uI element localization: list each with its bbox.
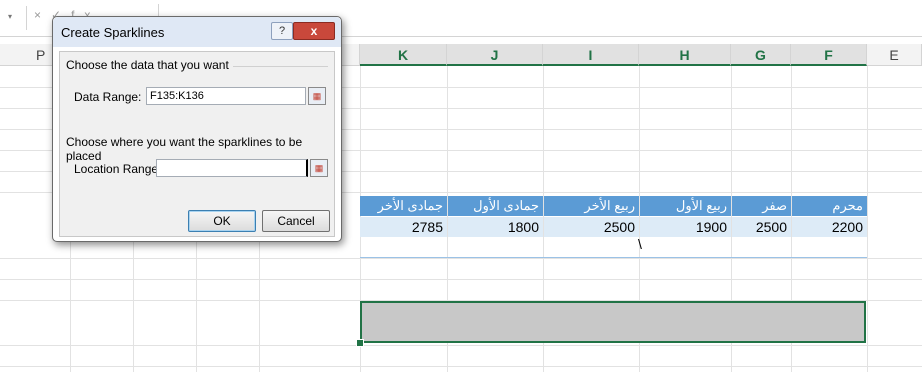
cancel-entry-icon[interactable]: × [34,8,51,22]
table-value-cell[interactable]: 2500 [544,217,639,237]
dialog-title: Create Sparklines [61,25,165,40]
table-value-cell[interactable]: 2200 [792,217,867,237]
table-bottom-border [360,257,867,258]
data-section-label: Choose the data that you want [66,58,233,72]
cell-text: \ [638,236,642,252]
column-header-f[interactable]: F [791,44,867,66]
range-picker-icon[interactable]: ▦ [308,87,326,105]
column-header-j[interactable]: J [447,44,543,66]
table-header-cell[interactable]: محرم [792,196,867,216]
ok-button[interactable]: OK [188,210,256,232]
column-gridline [867,66,868,372]
range-picker-icon[interactable]: ▦ [310,159,328,177]
table-header-cell[interactable]: جمادى الأول [448,196,543,216]
formula-bar-separator [26,6,27,30]
table-value-cell[interactable]: 1800 [448,217,543,237]
help-button[interactable]: ? [271,22,293,40]
create-sparklines-dialog: Create Sparklines ? x Choose the data th… [52,16,342,242]
close-button[interactable]: x [293,22,335,40]
table-value-cell[interactable]: 1900 [640,217,731,237]
location-range-input[interactable] [156,159,308,177]
cancel-button[interactable]: Cancel [262,210,330,232]
location-range-label: Location Range: [74,162,162,176]
row-gridline [0,345,922,346]
table-value-cell[interactable]: 2500 [732,217,791,237]
table-header-cell[interactable]: جمادى الأخر [360,196,447,216]
name-box-dropdown-icon[interactable]: ▾ [8,12,12,21]
data-range-input[interactable]: F135:K136 [146,87,306,105]
data-range-label: Data Range: [74,90,142,104]
table-header-cell[interactable]: ربيع الأول [640,196,731,216]
column-header-i[interactable]: I [543,44,639,66]
fill-handle[interactable] [356,339,364,347]
column-header-g[interactable]: G [731,44,791,66]
table-header-cell[interactable]: صفر [732,196,791,216]
dialog-body: Choose the data that you want Data Range… [59,51,335,237]
column-header-h[interactable]: H [639,44,731,66]
table-value-cell[interactable]: 2785 [360,217,447,237]
selected-range[interactable] [360,301,866,343]
column-header-e[interactable]: E [867,44,922,66]
table-header-cell[interactable]: ربيع الأخر [544,196,639,216]
column-header-k[interactable]: K [360,44,447,66]
row-gridline [0,279,922,280]
row-gridline [0,366,922,367]
row-gridline [0,258,922,259]
dialog-title-bar[interactable]: Create Sparklines ? x [53,17,341,47]
